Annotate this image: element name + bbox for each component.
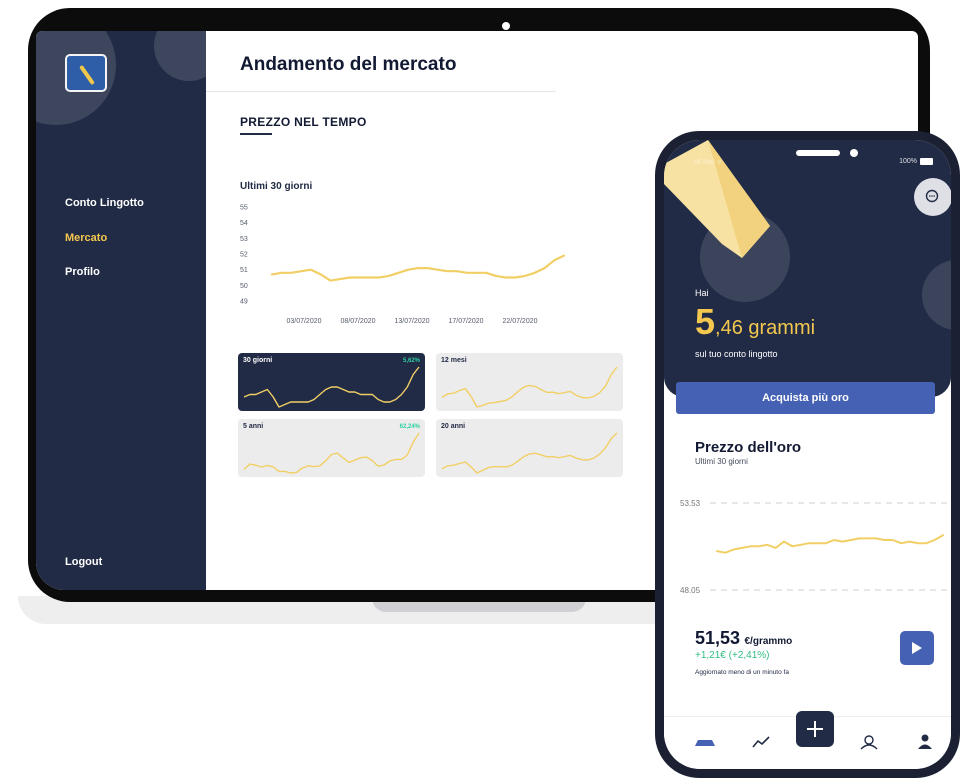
x-tick-label: 17/07/2020: [448, 318, 483, 325]
logout-link[interactable]: Logout: [65, 556, 102, 568]
y-tick-label: 55: [240, 205, 248, 212]
chat-bubble-icon: [925, 189, 939, 203]
y-tick-label: 49: [240, 299, 248, 306]
phone-screen: ull Mai ᯤ 100% Hai 5,46 grammi sul tuo c…: [664, 140, 951, 769]
reference-value-low: 48.05: [680, 586, 701, 595]
balance-amount: 5,46 grammi: [695, 301, 815, 343]
reference-value-high: 53.53: [680, 499, 701, 508]
price-details-button[interactable]: [900, 631, 934, 665]
y-tick-label: 54: [240, 220, 248, 227]
mini-chart-12-mesi[interactable]: 12 mesi: [436, 353, 623, 411]
mini-series-line: [243, 366, 420, 408]
plus-icon: [807, 721, 823, 737]
balance-integer: 5: [695, 301, 716, 342]
mini-chart-5-anni[interactable]: 5 anni 62,24%: [238, 419, 425, 477]
chart-period-label: Ultimi 30 giorni: [240, 181, 313, 192]
x-tick-label: 03/07/2020: [286, 318, 321, 325]
gold-price-line: [716, 534, 944, 554]
current-price: 51,53 €/grammo: [695, 628, 792, 649]
logo-gold-bar-icon: [79, 64, 95, 86]
tab-profile[interactable]: [914, 733, 936, 751]
sidebar: Conto Lingotto Mercato Profilo Logout: [36, 31, 206, 590]
mini-series-line: [441, 432, 618, 474]
balance-decimal-unit: ,46 grammi: [715, 317, 816, 339]
app-logo[interactable]: [65, 54, 107, 92]
current-price-unit: €/grammo: [744, 636, 793, 647]
balance-intro: Hai: [695, 288, 709, 298]
balance-caption: sul tuo conto lingotto: [695, 349, 778, 359]
phone-frame: ull Mai ᯤ 100% Hai 5,46 grammi sul tuo c…: [655, 131, 960, 778]
trend-chart-icon: [752, 736, 770, 748]
price-series-line: [270, 254, 566, 282]
stage: Conto Lingotto Mercato Profilo Logout An…: [0, 0, 964, 778]
mini-series-line: [441, 366, 618, 408]
battery-icon: [920, 158, 933, 165]
mini-chart-label: 30 giorni: [243, 357, 273, 364]
tab-market[interactable]: [750, 733, 772, 751]
sidebar-item-profilo[interactable]: Profilo: [65, 266, 100, 278]
y-tick-label: 51: [240, 267, 248, 274]
people-icon: [860, 735, 878, 750]
x-tick-label: 13/07/2020: [394, 318, 429, 325]
phone-camera: [850, 149, 858, 157]
chat-button[interactable]: [914, 178, 951, 216]
tab-bar: [664, 711, 951, 769]
user-icon: [918, 734, 932, 749]
mini-series-line: [243, 432, 420, 474]
price-change: +1,21€ (+2,41%): [695, 650, 770, 661]
phone-notch: [796, 150, 840, 156]
mini-chart-30-giorni[interactable]: 30 giorni 5,62%: [238, 353, 425, 411]
sidebar-item-conto-lingotto[interactable]: Conto Lingotto: [65, 197, 144, 209]
mini-chart-20-anni[interactable]: 20 anni: [436, 419, 623, 477]
section-underline: [240, 133, 272, 135]
x-tick-label: 22/07/2020: [502, 318, 537, 325]
mini-chart-line: [243, 432, 420, 474]
mini-chart-label: 5 anni: [243, 423, 264, 430]
sidebar-item-mercato[interactable]: Mercato: [65, 232, 107, 244]
y-tick-label: 50: [240, 283, 248, 290]
phone-header: ull Mai ᯤ 100% Hai 5,46 grammi sul tuo c…: [664, 140, 951, 397]
tab-home[interactable]: [694, 733, 716, 751]
gold-price-title: Prezzo dell'oro: [695, 439, 802, 456]
buy-more-gold-button[interactable]: Acquista più oro: [676, 382, 935, 414]
page-title: Andamento del mercato: [240, 54, 457, 75]
last-updated: Aggiornato meno di un minuto fa: [695, 669, 789, 676]
mini-chart-label: 20 anni: [441, 423, 466, 430]
x-tick-label: 08/07/2020: [340, 318, 375, 325]
header-decorative-circle: [922, 260, 951, 330]
section-title: PREZZO NEL TEMPO: [240, 115, 367, 129]
current-price-value: 51,53: [695, 628, 741, 648]
mini-chart-percent: 5,62%: [402, 358, 420, 364]
play-icon: [912, 642, 922, 654]
status-battery-text: 100%: [899, 158, 917, 165]
gold-bar-icon: [695, 740, 715, 746]
add-button[interactable]: [796, 711, 834, 747]
mini-chart-label: 12 mesi: [441, 357, 467, 364]
y-tick-label: 52: [240, 252, 248, 259]
tab-advisor[interactable]: [858, 733, 880, 751]
mini-chart-percent: 62,24%: [399, 424, 420, 430]
y-tick-label: 53: [240, 236, 248, 243]
sidebar-decorative-circle: [154, 31, 206, 81]
status-carrier: ull Mai ᯤ: [694, 159, 723, 166]
laptop-camera: [502, 22, 510, 30]
gold-price-period: Ultimi 30 giorni: [695, 457, 748, 466]
title-divider: [206, 91, 556, 92]
gold-price-chart: [710, 502, 951, 591]
price-line-chart: 55 54 53 52 51 50 49 03/07/2020 08/07/2020 13/07…: [240, 205, 566, 325]
